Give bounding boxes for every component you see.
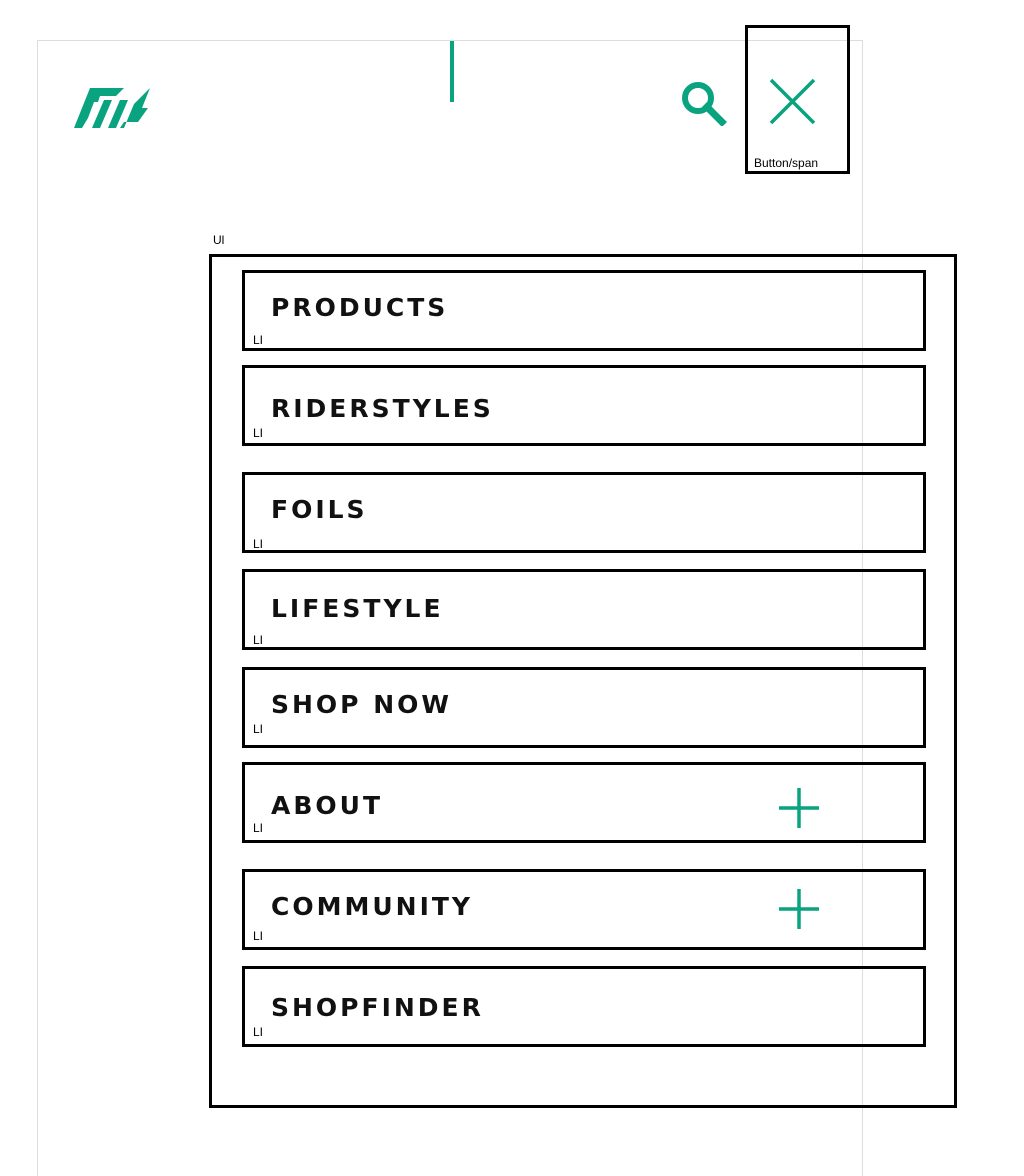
menu-item-debug-label: LI (253, 821, 264, 835)
close-button[interactable]: Button/span (745, 25, 850, 174)
menu-item-label: SHOPFINDER (271, 993, 484, 1022)
menu-item-foils[interactable]: FOILS LI (242, 472, 926, 553)
text-cursor (450, 41, 454, 102)
menu-item-label: ABOUT (271, 791, 384, 820)
menu-item-debug-label: LI (253, 333, 264, 347)
menu-item-debug-label: LI (253, 633, 264, 647)
plus-icon[interactable] (777, 887, 821, 931)
menu-item-shop-now[interactable]: SHOP NOW LI (242, 667, 926, 748)
brand-logo-icon[interactable] (72, 86, 152, 130)
menu-item-debug-label: LI (253, 537, 264, 551)
menu-item-label: SHOP NOW (271, 690, 452, 719)
close-icon (769, 78, 816, 125)
search-icon (682, 82, 727, 127)
menu-item-community[interactable]: COMMUNITY LI (242, 869, 926, 950)
menu-item-debug-label: LI (253, 722, 264, 736)
menu-item-products[interactable]: PRODUCTS LI (242, 270, 926, 351)
menu-item-riderstyles[interactable]: RIDERSTYLES LI (242, 365, 926, 446)
search-button[interactable] (678, 78, 728, 127)
menu-item-lifestyle[interactable]: LIFESTYLE LI (242, 569, 926, 650)
menu-item-debug-label: LI (253, 1025, 264, 1039)
menu-item-label: RIDERSTYLES (271, 394, 494, 423)
menu-item-debug-label: LI (253, 929, 264, 943)
menu-list-debug-label: Ul (213, 233, 225, 247)
plus-icon[interactable] (777, 786, 821, 830)
menu-item-label: COMMUNITY (271, 892, 474, 921)
menu-item-about[interactable]: ABOUT LI (242, 762, 926, 843)
main-menu-list: PRODUCTS LI RIDERSTYLES LI FOILS LI LIFE… (209, 254, 957, 1108)
menu-item-label: PRODUCTS (271, 293, 449, 322)
close-button-debug-label: Button/span (754, 156, 819, 170)
menu-item-debug-label: LI (253, 426, 264, 440)
menu-item-label: FOILS (271, 495, 368, 524)
menu-item-shopfinder[interactable]: SHOPFINDER LI (242, 966, 926, 1047)
menu-item-label: LIFESTYLE (271, 594, 444, 623)
page: Button/span Ul PRODUCTS LI RIDERSTYLES L… (0, 0, 1024, 1176)
